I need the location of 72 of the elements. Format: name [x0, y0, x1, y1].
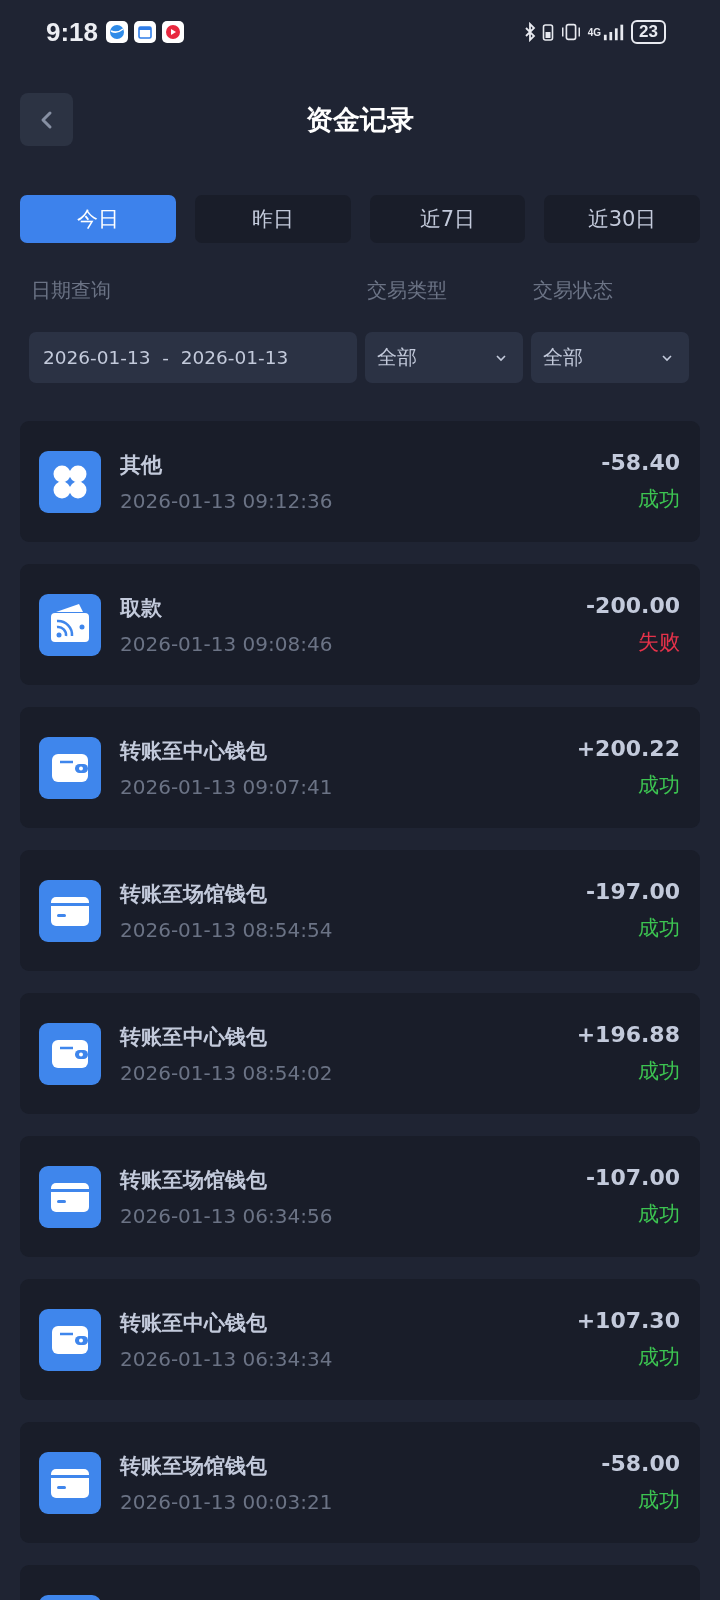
transaction-time: 2026-01-13 08:54:54: [120, 917, 334, 942]
transaction-amount: +200.22: [576, 736, 680, 761]
transaction-title: 转账至场馆钱包: [120, 1166, 268, 1194]
transaction-time: 2026-01-13 00:03:21: [120, 1489, 334, 1514]
transaction-time: 2026-01-13 09:07:41: [120, 774, 334, 799]
card-icon: [39, 879, 101, 942]
transaction-amount: -58.00: [601, 1451, 680, 1476]
transaction-status: 成功: [638, 1201, 680, 1228]
transaction-amount: +107.30: [576, 1308, 680, 1333]
transaction-card[interactable]: 转账至中心钱包 2026-01-13 06:34:34 +107.30 成功: [20, 1279, 700, 1400]
transaction-status: 成功: [638, 772, 680, 799]
transaction-card[interactable]: 转账至场馆钱包 2026-01-13 00:03:21 -58.00 成功: [20, 1422, 700, 1543]
transaction-title: 转账至中心钱包: [120, 1023, 268, 1051]
transaction-card[interactable]: 转账至中心钱包 2026-01-13 09:07:41 +200.22 成功: [20, 707, 700, 828]
chevron-down-icon: [661, 353, 673, 362]
transaction-title: 其他: [120, 451, 163, 479]
transaction-amount: -197.00: [585, 879, 680, 904]
transaction-amount: +196.88: [576, 1022, 680, 1047]
signal-icon: [603, 22, 626, 42]
play-app-icon: [162, 21, 185, 43]
date-tab[interactable]: 近7日: [369, 195, 526, 243]
transaction-card[interactable]: 其他 2026-01-13 09:12:36 -58.40 成功: [20, 421, 700, 542]
transaction-time: 2026-01-13 09:08:46: [120, 631, 334, 656]
transaction-card[interactable]: 转账至中心钱包 2026-01-13 08:54:02 +196.88 成功: [20, 993, 700, 1114]
clover-icon: [39, 450, 101, 513]
transaction-status: 失败: [638, 629, 680, 656]
clock: 9:18: [46, 16, 99, 48]
transaction-time: 2026-01-13 06:34:56: [120, 1203, 334, 1228]
transaction-status: 成功: [638, 1487, 680, 1514]
date-tab[interactable]: 今日: [20, 195, 176, 243]
network-label: 4G: [587, 26, 602, 38]
transaction-status: 成功: [638, 486, 680, 513]
back-button[interactable]: [20, 93, 73, 146]
globe-app-icon: [106, 21, 129, 43]
transaction-title: 取款: [120, 594, 163, 622]
transaction-status: 成功: [638, 1344, 680, 1371]
transaction-amount: -58.40: [601, 450, 680, 475]
wallet-signal-icon: [39, 593, 101, 656]
page-title: 资金记录: [306, 103, 414, 137]
transaction-title: 转账至中心钱包: [120, 1309, 268, 1337]
transaction-card[interactable]: 转账至场馆钱包 2026-01-13 08:54:54 -197.00 成功: [20, 850, 700, 971]
date-tab[interactable]: 近30日: [544, 195, 700, 243]
date-range-field[interactable]: 2026-01-13 - 2026-01-13: [29, 332, 357, 383]
filter-label: 交易状态: [532, 277, 614, 304]
transaction-title: 转账至场馆钱包: [120, 880, 268, 908]
transaction-time: 2026-01-13 06:34:34: [120, 1346, 334, 1371]
transaction-card[interactable]: 转账至场馆钱包 2026-01-13 06:34:56 -107.00 成功: [20, 1136, 700, 1257]
transaction-status: 成功: [638, 915, 680, 942]
chevron-down-icon: [495, 353, 507, 362]
transaction-amount: -107.00: [585, 1165, 680, 1190]
bluetooth-icon: [523, 22, 536, 42]
type-dropdown[interactable]: 全部: [365, 332, 523, 383]
wallet-icon: [39, 1022, 101, 1085]
filter-label: 交易类型: [366, 277, 448, 304]
battery-indicator: 23: [631, 20, 666, 44]
date-tab[interactable]: 昨日: [194, 195, 351, 243]
status-dropdown[interactable]: 全部: [531, 332, 689, 383]
transaction-title: 转账至场馆钱包: [120, 1452, 268, 1480]
filter-label: 日期查询: [30, 277, 112, 304]
transaction-card[interactable]: 取款 2026-01-13 09:08:46 -200.00 失败: [20, 564, 700, 685]
wallet-icon: [39, 736, 101, 799]
vibrate-icon: [559, 22, 582, 42]
transaction-time: 2026-01-13 08:54:02: [120, 1060, 334, 1085]
transaction-status: 成功: [638, 1058, 680, 1085]
phone-battery-icon: [541, 22, 554, 42]
transaction-title: 转账至中心钱包: [120, 737, 268, 765]
transaction-amount: -200.00: [585, 593, 680, 618]
transaction-time: 2026-01-13 09:12:36: [120, 488, 334, 513]
wallet-icon: [39, 1308, 101, 1371]
card-icon: [39, 1165, 101, 1228]
calendar-app-icon: [134, 21, 157, 43]
card-icon: [39, 1451, 101, 1514]
